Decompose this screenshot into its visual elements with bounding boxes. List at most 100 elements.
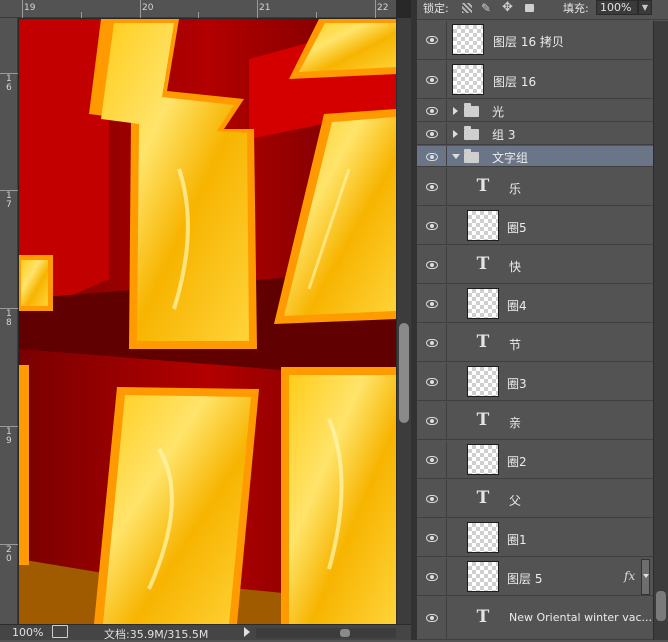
layer-row-circle5[interactable]: 圈5 bbox=[417, 207, 653, 245]
layer-row-text-qin[interactable]: T 亲 bbox=[417, 402, 653, 440]
layer-thumbnail bbox=[467, 444, 499, 475]
visibility-toggle[interactable] bbox=[417, 246, 447, 283]
ruler-label-22: 22 bbox=[377, 3, 389, 13]
eye-icon[interactable] bbox=[426, 76, 438, 84]
layer-thumbnail bbox=[452, 24, 484, 55]
visibility-toggle[interactable] bbox=[417, 285, 447, 322]
ruler-horizontal: 19 20 21 22 bbox=[0, 0, 396, 18]
layer-name: 乐 bbox=[509, 182, 522, 196]
fill-input[interactable]: 100% bbox=[596, 0, 638, 15]
visibility-toggle[interactable] bbox=[417, 363, 447, 400]
export-icon[interactable] bbox=[52, 625, 68, 638]
eye-icon[interactable] bbox=[426, 573, 438, 581]
layer-row-text-fu[interactable]: T 父 bbox=[417, 480, 653, 518]
visibility-toggle[interactable] bbox=[417, 21, 447, 59]
layer-name: 图层 16 拷贝 bbox=[493, 35, 564, 49]
layer-row-group-light[interactable]: 光 bbox=[417, 100, 653, 122]
fx-effects-icon[interactable]: fx bbox=[624, 569, 635, 583]
status-menu-arrow-icon[interactable] bbox=[244, 627, 250, 637]
layer-row-text-kuai[interactable]: T 快 bbox=[417, 246, 653, 284]
layers-scroll-thumb[interactable] bbox=[656, 591, 666, 621]
brush-lock-icon[interactable]: ✎ bbox=[481, 1, 491, 15]
document-canvas-area: 19 20 21 22 1 6 1 7 1 8 1 9 2 0 bbox=[0, 0, 411, 640]
visibility-toggle[interactable] bbox=[417, 402, 447, 439]
layer-row-circle3[interactable]: 圈3 bbox=[417, 363, 653, 401]
visibility-toggle[interactable] bbox=[417, 441, 447, 478]
eye-icon[interactable] bbox=[426, 261, 438, 269]
folder-icon bbox=[464, 126, 479, 140]
eye-icon[interactable] bbox=[426, 456, 438, 464]
visibility-toggle[interactable] bbox=[417, 597, 447, 639]
collapse-arrow-icon[interactable] bbox=[452, 154, 460, 159]
effects-expand-arrow-icon[interactable] bbox=[641, 559, 650, 595]
eye-icon[interactable] bbox=[426, 36, 438, 44]
padlock-icon[interactable] bbox=[525, 4, 534, 12]
eye-icon[interactable] bbox=[426, 153, 438, 161]
ruler-label-20v: 2 0 bbox=[6, 545, 12, 564]
visibility-toggle[interactable] bbox=[417, 100, 447, 121]
layers-scrollbar[interactable] bbox=[653, 21, 668, 640]
visibility-toggle[interactable] bbox=[417, 480, 447, 517]
ruler-label-20: 20 bbox=[142, 3, 154, 13]
layer-row-text-group[interactable]: 文字组 bbox=[417, 146, 653, 167]
expand-arrow-icon[interactable] bbox=[453, 130, 458, 138]
ruler-tick bbox=[81, 12, 82, 18]
layer-row-text-le[interactable]: T 乐 bbox=[417, 168, 653, 206]
text-layer-icon: T bbox=[476, 254, 490, 274]
visibility-toggle[interactable] bbox=[417, 324, 447, 361]
layer-name: 文字组 bbox=[492, 151, 529, 165]
layer-name: 圈4 bbox=[507, 299, 527, 313]
visibility-toggle[interactable] bbox=[417, 207, 447, 244]
eye-icon[interactable] bbox=[426, 183, 438, 191]
ruler-tick bbox=[0, 190, 18, 191]
ruler-tick bbox=[316, 12, 317, 18]
eye-icon[interactable] bbox=[426, 378, 438, 386]
canvas-scroll-thumb[interactable] bbox=[399, 323, 409, 423]
eye-icon[interactable] bbox=[426, 300, 438, 308]
layer-row-text-jie[interactable]: T 节 bbox=[417, 324, 653, 362]
layer-row-group3[interactable]: 组 3 bbox=[417, 123, 653, 145]
ruler-tick bbox=[0, 308, 18, 309]
visibility-toggle[interactable] bbox=[417, 558, 447, 595]
visibility-toggle[interactable] bbox=[417, 123, 447, 144]
layer-name: New Oriental winter vac... bbox=[509, 611, 652, 624]
fill-label: 填充: bbox=[563, 2, 589, 15]
layer-row-layer16-copy[interactable]: 图层 16 拷贝 bbox=[417, 21, 653, 60]
visibility-toggle[interactable] bbox=[417, 168, 447, 205]
zoom-level[interactable]: 100% bbox=[12, 626, 43, 639]
lock-fill-row: 锁定: ✎ ✥ 填充: 100% ▼ bbox=[417, 0, 668, 20]
eye-icon[interactable] bbox=[426, 107, 438, 115]
layer-row-circle4[interactable]: 圈4 bbox=[417, 285, 653, 323]
fill-dropdown-arrow-icon[interactable]: ▼ bbox=[638, 0, 652, 15]
horizontal-scroll-thumb[interactable] bbox=[340, 629, 350, 637]
layer-name: 圈2 bbox=[507, 455, 527, 469]
canvas-vertical-scrollbar[interactable] bbox=[396, 18, 411, 624]
ruler-label-18: 1 8 bbox=[6, 309, 12, 328]
canvas-horizontal-scrollbar[interactable] bbox=[256, 628, 396, 638]
visibility-toggle[interactable] bbox=[417, 519, 447, 556]
text-layer-icon: T bbox=[476, 176, 490, 196]
ruler-tick bbox=[0, 426, 18, 427]
open-folder-icon bbox=[464, 149, 479, 163]
layer-row-layer16[interactable]: 图层 16 bbox=[417, 61, 653, 99]
visibility-toggle[interactable] bbox=[417, 61, 447, 98]
layer-row-circle1[interactable]: 圈1 bbox=[417, 519, 653, 557]
eye-icon[interactable] bbox=[426, 417, 438, 425]
visibility-toggle[interactable] bbox=[417, 146, 447, 166]
checker-lock-icon[interactable] bbox=[462, 3, 472, 13]
eye-icon[interactable] bbox=[426, 495, 438, 503]
eye-icon[interactable] bbox=[426, 534, 438, 542]
eye-icon[interactable] bbox=[426, 614, 438, 622]
move-lock-icon[interactable]: ✥ bbox=[502, 0, 513, 15]
canvas-artwork[interactable] bbox=[19, 19, 396, 624]
text-layer-icon: T bbox=[476, 488, 490, 508]
layer-row-text-new-oriental[interactable]: T New Oriental winter vac... bbox=[417, 597, 653, 640]
eye-icon[interactable] bbox=[426, 339, 438, 347]
eye-icon[interactable] bbox=[426, 222, 438, 230]
layer-row-layer5[interactable]: 图层 5 fx bbox=[417, 558, 653, 596]
ruler-tick bbox=[22, 0, 23, 18]
layer-name: 节 bbox=[509, 338, 522, 352]
expand-arrow-icon[interactable] bbox=[453, 107, 458, 115]
eye-icon[interactable] bbox=[426, 130, 438, 138]
layer-row-circle2[interactable]: 圈2 bbox=[417, 441, 653, 479]
